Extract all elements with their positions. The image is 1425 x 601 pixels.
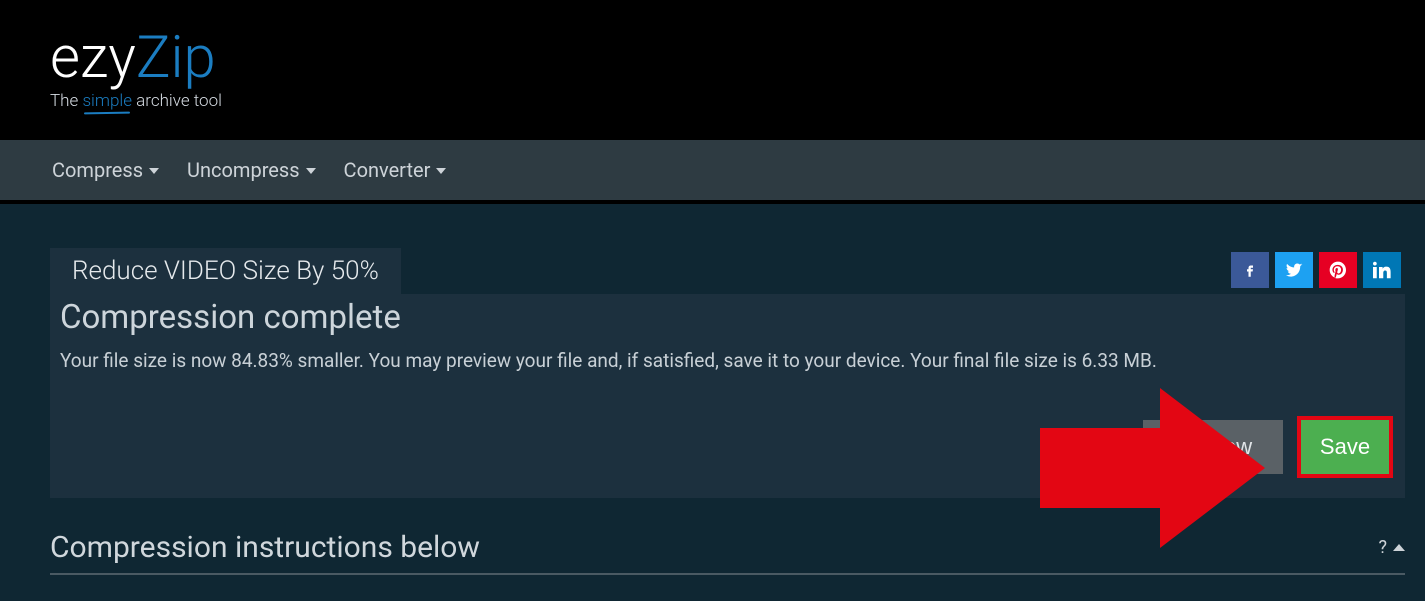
nav-converter[interactable]: Converter <box>344 158 447 182</box>
chevron-down-icon <box>149 168 159 174</box>
facebook-share-button[interactable] <box>1231 252 1269 288</box>
pinterest-share-button[interactable] <box>1319 252 1357 288</box>
nav-uncompress-label: Uncompress <box>187 158 300 182</box>
result-description: Your file size is now 84.83% smaller. Yo… <box>56 349 1399 402</box>
tagline-post: archive tool <box>132 91 222 111</box>
logo-text-zip: Zip <box>136 24 216 92</box>
title-row: Reduce VIDEO Size By 50% <box>50 248 1405 294</box>
save-button[interactable]: Save <box>1301 420 1389 474</box>
content-area: Reduce VIDEO Size By 50% Compression com… <box>0 204 1425 575</box>
nav-compress[interactable]: Compress <box>52 158 159 182</box>
logo-wordmark: ezyZip <box>50 29 222 87</box>
twitter-icon <box>1284 260 1304 280</box>
tagline-simple: simple <box>82 91 132 111</box>
help-toggle[interactable]: ? <box>1378 537 1405 558</box>
preview-button[interactable]: Preview <box>1143 420 1283 474</box>
result-panel: Compression complete Your file size is n… <box>50 294 1405 498</box>
pinterest-icon <box>1328 260 1348 280</box>
facebook-icon <box>1241 261 1259 279</box>
chevron-down-icon <box>436 168 446 174</box>
logo[interactable]: ezyZip The simple archive tool <box>50 29 222 111</box>
logo-text-ezy: ezy <box>50 24 136 92</box>
nav-compress-label: Compress <box>52 158 143 182</box>
help-label: ? <box>1378 537 1387 558</box>
instructions-header: Compression instructions below ? <box>50 530 1405 575</box>
logo-tagline: The simple archive tool <box>50 91 222 111</box>
twitter-share-button[interactable] <box>1275 252 1313 288</box>
social-buttons <box>1231 252 1401 288</box>
page-title: Reduce VIDEO Size By 50% <box>50 248 401 294</box>
header-bar: ezyZip The simple archive tool <box>0 0 1425 140</box>
nav-converter-label: Converter <box>344 158 431 182</box>
linkedin-icon <box>1373 261 1391 279</box>
chevron-up-icon <box>1393 544 1405 551</box>
instructions-title: Compression instructions below <box>50 530 480 565</box>
result-heading: Compression complete <box>56 298 1399 349</box>
linkedin-share-button[interactable] <box>1363 252 1401 288</box>
action-buttons: Preview Save <box>56 402 1399 492</box>
tagline-pre: The <box>50 91 82 111</box>
main-nav: Compress Uncompress Converter <box>0 140 1425 204</box>
chevron-down-icon <box>306 168 316 174</box>
nav-uncompress[interactable]: Uncompress <box>187 158 316 182</box>
